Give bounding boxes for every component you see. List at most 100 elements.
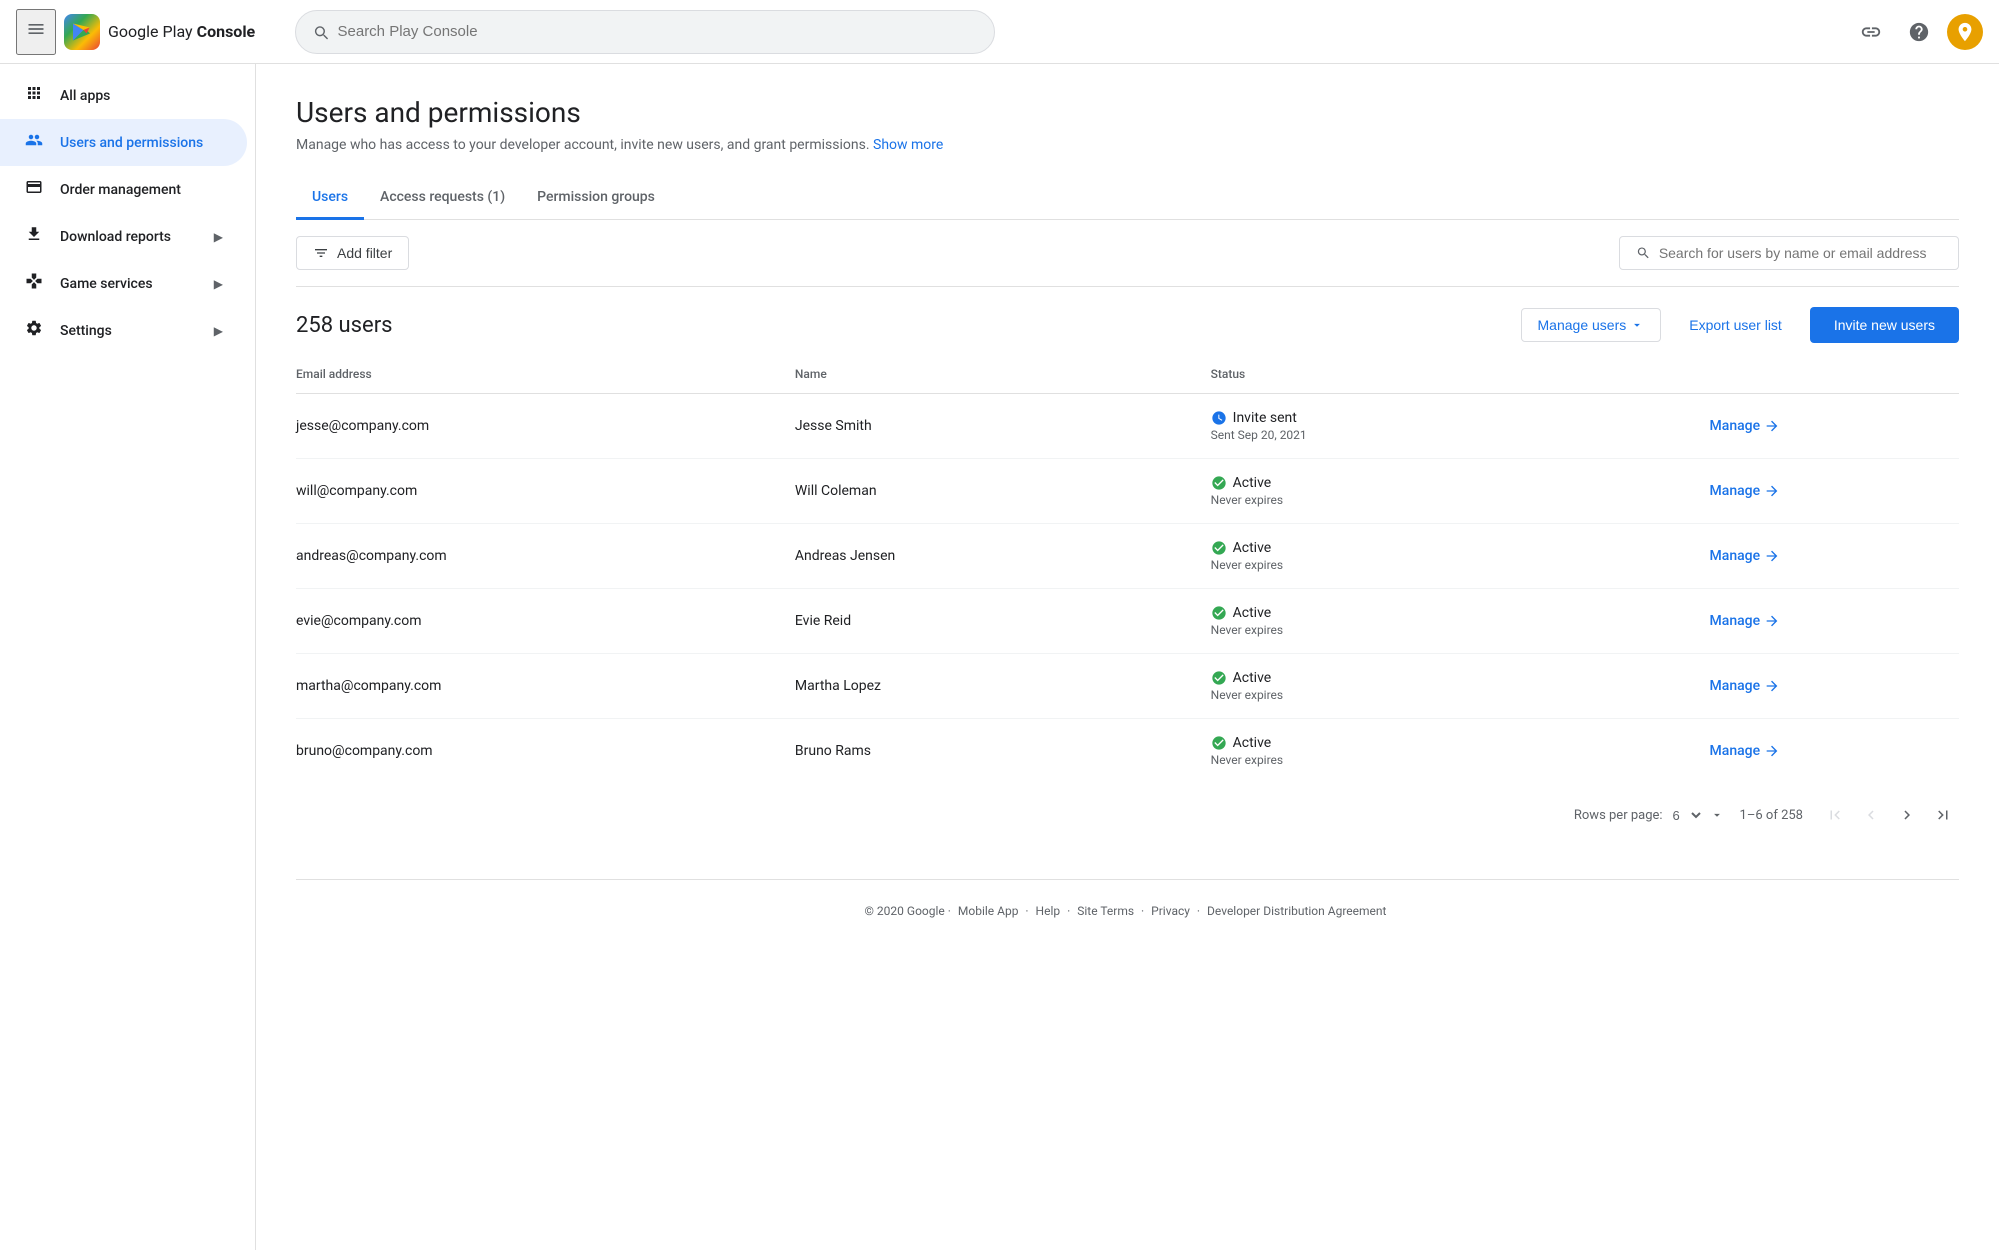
manage-link-2[interactable]: Manage xyxy=(1710,548,1943,564)
settings-icon xyxy=(24,319,44,342)
user-search-box[interactable] xyxy=(1619,236,1959,270)
cell-email: bruno@company.com xyxy=(296,719,795,784)
sidebar-label-users-permissions: Users and permissions xyxy=(60,135,203,151)
show-more-link[interactable]: Show more xyxy=(873,137,943,153)
footer-link-dda[interactable]: Developer Distribution Agreement xyxy=(1207,904,1386,918)
cell-action: Manage xyxy=(1710,654,1959,719)
col-header-email: Email address xyxy=(296,355,795,394)
link-icon-button[interactable] xyxy=(1851,12,1891,52)
user-search-input[interactable] xyxy=(1659,245,1942,261)
footer-link-mobile-app[interactable]: Mobile App xyxy=(958,904,1019,918)
table-body: jesse@company.com Jesse Smith Invite sen… xyxy=(296,394,1959,784)
manage-link-0[interactable]: Manage xyxy=(1710,418,1943,434)
menu-icon[interactable] xyxy=(16,9,56,55)
sidebar-label-order-management: Order management xyxy=(60,182,181,198)
cell-action: Manage xyxy=(1710,589,1959,654)
sidebar-item-users-permissions[interactable]: Users and permissions xyxy=(0,119,247,166)
game-services-expand-icon: ▶ xyxy=(214,277,223,291)
topbar-actions xyxy=(1851,12,1983,52)
rows-dropdown-icon xyxy=(1710,808,1724,822)
cell-action: Manage xyxy=(1710,719,1959,784)
cell-name: Martha Lopez xyxy=(795,654,1211,719)
footer-link-site-terms[interactable]: Site Terms xyxy=(1077,904,1134,918)
invite-new-users-button[interactable]: Invite new users xyxy=(1810,307,1959,343)
cell-action: Manage xyxy=(1710,459,1959,524)
search-bar[interactable] xyxy=(295,10,995,54)
last-page-button[interactable] xyxy=(1927,799,1959,831)
cell-name: Bruno Rams xyxy=(795,719,1211,784)
manage-link-5[interactable]: Manage xyxy=(1710,743,1943,759)
manage-link-1[interactable]: Manage xyxy=(1710,483,1943,499)
user-actions: Manage users Export user list Invite new… xyxy=(1521,307,1959,343)
cell-name: Evie Reid xyxy=(795,589,1211,654)
manage-link-4[interactable]: Manage xyxy=(1710,678,1943,694)
table-row: andreas@company.com Andreas Jensen Activ… xyxy=(296,524,1959,589)
sidebar-label-settings: Settings xyxy=(60,323,112,339)
sidebar-item-order-management[interactable]: Order management xyxy=(0,166,247,213)
cell-email: andreas@company.com xyxy=(296,524,795,589)
users-icon xyxy=(24,131,44,154)
footer-link-help[interactable]: Help xyxy=(1036,904,1061,918)
sidebar-item-game-services[interactable]: Game services ▶ xyxy=(0,260,247,307)
cell-status: Active Never expires xyxy=(1211,719,1710,784)
logo: Google Play Console xyxy=(64,14,255,50)
table-row: jesse@company.com Jesse Smith Invite sen… xyxy=(296,394,1959,459)
tabs: Users Access requests (1) Permission gro… xyxy=(296,177,1959,220)
prev-page-button[interactable] xyxy=(1855,799,1887,831)
manage-link-3[interactable]: Manage xyxy=(1710,613,1943,629)
manage-users-button[interactable]: Manage users xyxy=(1521,308,1662,342)
cell-action: Manage xyxy=(1710,524,1959,589)
logo-text: Google Play Console xyxy=(108,22,255,41)
first-page-button[interactable] xyxy=(1819,799,1851,831)
help-icon-button[interactable] xyxy=(1899,12,1939,52)
manage-arrow-icon xyxy=(1764,548,1780,564)
sidebar-label-all-apps: All apps xyxy=(60,88,110,104)
manage-arrow-icon xyxy=(1764,418,1780,434)
export-user-list-button[interactable]: Export user list xyxy=(1673,309,1798,341)
search-input[interactable] xyxy=(338,23,979,40)
manage-users-dropdown-icon xyxy=(1630,318,1644,332)
next-page-button[interactable] xyxy=(1891,799,1923,831)
tab-permission-groups[interactable]: Permission groups xyxy=(521,177,671,220)
tab-users[interactable]: Users xyxy=(296,177,364,220)
manage-arrow-icon xyxy=(1764,483,1780,499)
table-row: will@company.com Will Coleman Active Nev… xyxy=(296,459,1959,524)
page-subtitle: Manage who has access to your developer … xyxy=(296,137,1959,153)
cell-email: evie@company.com xyxy=(296,589,795,654)
col-header-action xyxy=(1710,355,1959,394)
cell-action: Manage xyxy=(1710,394,1959,459)
user-count: 258 users xyxy=(296,313,393,338)
footer-link-privacy[interactable]: Privacy xyxy=(1151,904,1190,918)
table-header: Email address Name Status xyxy=(296,355,1959,394)
manage-arrow-icon xyxy=(1764,678,1780,694)
col-header-status: Status xyxy=(1211,355,1710,394)
page-navigation xyxy=(1819,799,1959,831)
user-search-icon xyxy=(1636,245,1651,261)
page-title: Users and permissions xyxy=(296,96,1959,129)
sidebar-item-settings[interactable]: Settings ▶ xyxy=(0,307,247,354)
avatar[interactable] xyxy=(1947,14,1983,50)
sidebar: All apps Users and permissions Order man… xyxy=(0,64,256,1250)
cell-email: jesse@company.com xyxy=(296,394,795,459)
cell-status: Active Never expires xyxy=(1211,654,1710,719)
page-info: 1–6 of 258 xyxy=(1740,808,1803,823)
download-reports-icon xyxy=(24,225,44,248)
rows-per-page-select[interactable]: 6 10 25 50 xyxy=(1669,807,1704,824)
cell-email: martha@company.com xyxy=(296,654,795,719)
game-services-icon xyxy=(24,272,44,295)
sidebar-item-download-reports[interactable]: Download reports ▶ xyxy=(0,213,247,260)
cell-status: Active Never expires xyxy=(1211,459,1710,524)
sidebar-item-all-apps[interactable]: All apps xyxy=(0,72,247,119)
topbar: Google Play Console xyxy=(0,0,1999,64)
manage-arrow-icon xyxy=(1764,743,1780,759)
user-count-row: 258 users Manage users Export user list … xyxy=(296,287,1959,355)
sidebar-label-game-services: Game services xyxy=(60,276,153,292)
footer: © 2020 Google · Mobile App · Help · Site… xyxy=(296,879,1959,942)
add-filter-button[interactable]: Add filter xyxy=(296,236,409,270)
download-reports-expand-icon: ▶ xyxy=(214,230,223,244)
table-row: evie@company.com Evie Reid Active Never … xyxy=(296,589,1959,654)
main-content: Users and permissions Manage who has acc… xyxy=(256,64,1999,1250)
tab-access-requests[interactable]: Access requests (1) xyxy=(364,177,521,220)
settings-expand-icon: ▶ xyxy=(214,324,223,338)
col-header-name: Name xyxy=(795,355,1211,394)
